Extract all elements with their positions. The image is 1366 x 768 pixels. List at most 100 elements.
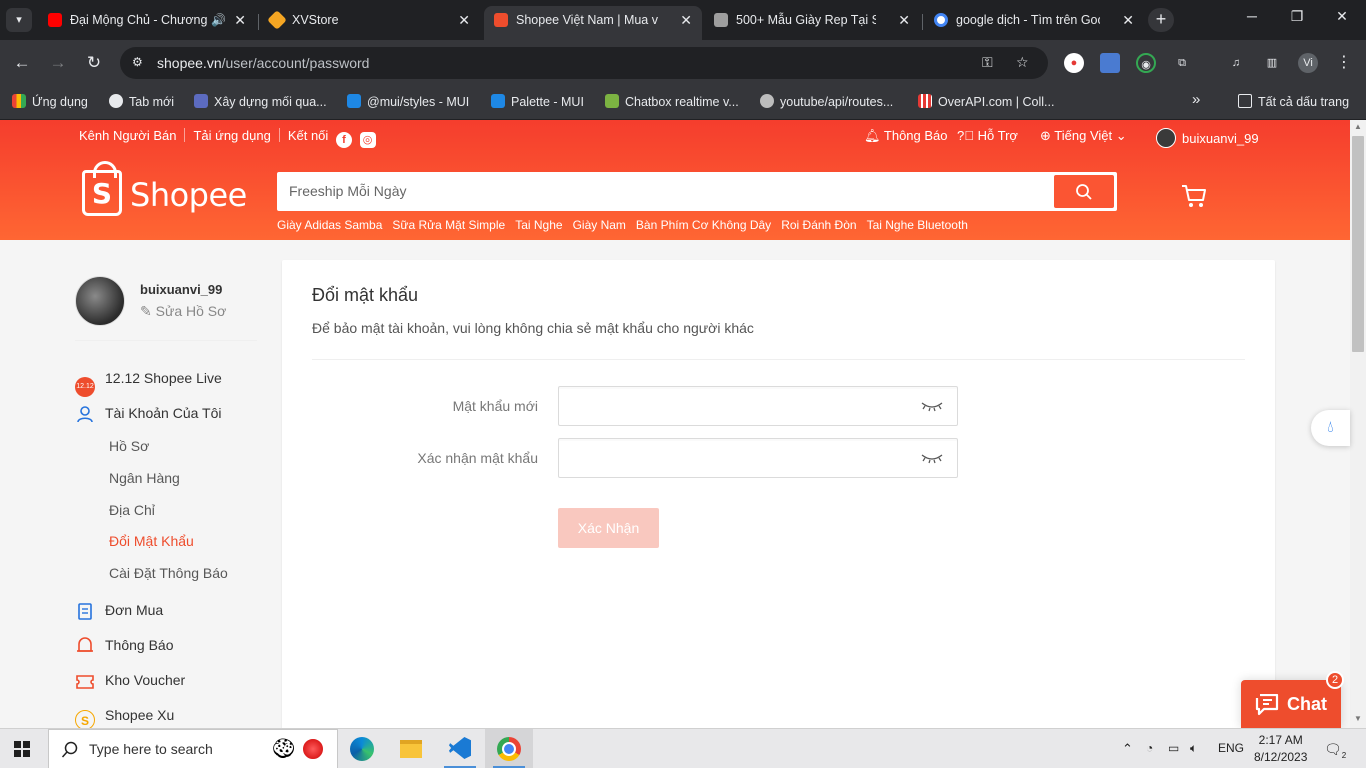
language-indicator[interactable]: ENG [1218,741,1244,755]
page-scrollbar[interactable]: ▲ ▼ [1350,120,1366,728]
bookmark-star-icon[interactable]: ☆ [1016,54,1029,71]
extension-icon[interactable]: ● [1064,53,1084,73]
back-arrow-icon[interactable]: ← [10,51,34,75]
tab-close-icon[interactable]: ✕ [1122,6,1134,34]
extension-icon[interactable]: ◉ [1136,53,1156,73]
tab-close-icon[interactable]: ✕ [234,6,246,34]
sidebar-item-vouchers[interactable]: Kho Voucher [75,672,185,694]
search-input[interactable] [289,180,1049,202]
new-tab-button[interactable]: + [1148,8,1174,32]
bookmark-item[interactable]: @mui/styles - MUI [347,94,469,109]
bookmark-item[interactable]: Tab mới [109,94,174,109]
sidebar-item-my-account[interactable]: Tài Khoản Của Tôi [75,405,221,425]
bookmark-apps[interactable]: Ứng dụng [12,94,88,109]
keyword-link[interactable]: Sữa Rửa Mặt Simple [392,218,505,232]
scroll-thumb[interactable] [1352,136,1364,352]
bookmark-item[interactable]: Palette - MUI [491,94,584,109]
bookmark-item[interactable]: Xây dựng mối qua... [194,94,327,109]
reload-icon[interactable]: ↻ [82,51,106,75]
scroll-up-arrow-icon[interactable]: ▲ [1354,122,1362,131]
sidebar-sub-notification-settings[interactable]: Cài Đặt Thông Báo [109,565,228,581]
bookmark-item[interactable]: OverAPI.com | Coll... [918,94,1054,109]
candy-icon[interactable] [301,737,325,761]
sidebar-item-live[interactable]: 12.1212.12 Shopee Live [75,370,222,397]
scroll-down-arrow-icon[interactable]: ▼ [1354,714,1362,723]
browser-tab[interactable]: google dịch - Tìm trên Goog ✕ [924,6,1144,40]
forward-arrow-icon[interactable]: → [46,51,70,75]
tab-search-button[interactable]: ▾ [6,8,32,32]
profile-avatar[interactable]: Vi [1298,53,1318,73]
keyword-link[interactable]: Roi Đánh Đòn [781,218,856,232]
battery-icon[interactable]: ▭ [1168,741,1179,755]
wifi-icon[interactable]: ◔ [1146,741,1153,755]
eye-closed-icon[interactable] [921,401,943,413]
kebab-menu-icon[interactable]: ⋮ [1334,53,1354,73]
vscode-icon[interactable] [436,729,484,768]
account-menu[interactable]: buixuanvi_99 [1156,128,1259,148]
keyword-link[interactable]: Tai Nghe Bluetooth [867,218,968,232]
browser-tab[interactable]: 500+ Mẫu Giày Rep Tại Sho ✕ [704,6,920,40]
cart-icon[interactable] [1180,182,1208,210]
file-explorer-icon[interactable] [387,729,435,768]
sidebar-sub-profile[interactable]: Hồ Sơ [109,438,149,454]
notification-center-icon[interactable]: 🗨︎2 [1324,741,1346,760]
sidebar-item-orders[interactable]: Đơn Mua [75,602,163,622]
chrome-icon[interactable] [485,729,533,768]
support-link[interactable]: ?⃝ Hỗ Trợ [957,128,1018,143]
new-password-field[interactable] [558,386,958,426]
gingerbread-icon[interactable]: 🍪︎ [271,736,296,761]
sidebar-sub-address[interactable]: Địa Chỉ [109,502,155,518]
keyword-link[interactable]: Tai Nghe [515,218,562,232]
keyword-link[interactable]: Giày Adidas Samba [277,218,382,232]
bookmark-item[interactable]: youtube/api/routes... [760,94,893,109]
browser-tab[interactable]: Đại Mộng Chủ - Chương 🔊 ✕ [38,6,256,40]
tab-close-icon[interactable]: ✕ [898,6,910,34]
extension-icon[interactable] [1100,53,1120,73]
language-selector[interactable]: ⊕ Tiếng Việt ⌄ [1040,128,1127,144]
restore-icon[interactable]: ❐ [1277,8,1317,25]
download-app-link[interactable]: Tải ứng dụng [193,128,270,143]
windows-start-icon[interactable] [14,741,30,757]
notifications-link[interactable]: 🔔︎ Thông Báo [864,128,948,144]
confirm-password-input[interactable] [569,447,909,469]
search-button[interactable] [1054,175,1114,208]
keyword-link[interactable]: Bàn Phím Cơ Không Dây [636,218,771,232]
media-control-icon[interactable]: ♫ [1226,53,1246,73]
speaker-icon[interactable]: 🔈︎ [1190,741,1197,756]
edge-browser-icon[interactable] [338,729,386,768]
facebook-icon[interactable]: f [335,132,352,148]
chevron-up-icon[interactable]: ⌃ [1122,741,1133,757]
audio-playing-icon[interactable]: 🔊 [211,6,226,34]
sidebar-sub-change-password[interactable]: Đổi Mật Khẩu [109,533,194,549]
system-clock[interactable]: 2:17 AM 8/12/2023 [1254,732,1307,766]
bookmark-item[interactable]: Chatbox realtime v... [605,94,739,109]
shopee-logo[interactable]: S Shopee [82,161,247,218]
tab-close-icon[interactable]: ✕ [458,6,470,34]
url-text[interactable]: shopee.vn/user/account/password [157,55,369,71]
eye-closed-icon[interactable] [921,453,943,465]
chat-button[interactable]: Chat [1241,680,1341,728]
avatar[interactable] [75,276,125,326]
confirm-submit-button[interactable]: Xác Nhận [558,508,659,548]
tab-close-icon[interactable]: ✕ [680,6,692,34]
seller-channel-link[interactable]: Kênh Người Bán [79,128,176,143]
confirm-password-field[interactable] [558,438,958,478]
instagram-icon[interactable]: ◎ [359,132,376,148]
minimize-icon[interactable]: ─ [1232,8,1272,24]
password-key-icon[interactable]: ⚿ [982,54,993,71]
site-info-icon[interactable]: ⚙ [132,55,143,69]
close-window-icon[interactable]: ✕ [1322,8,1362,25]
taskbar-search-box[interactable]: Type here to search 🍪︎ [48,729,338,768]
sidebar-item-notifications[interactable]: Thông Báo [75,637,174,657]
browser-tab-active[interactable]: Shopee Việt Nam | Mua và ✕ [484,6,702,40]
edit-profile-link[interactable]: ✎ Sửa Hồ Sơ [140,303,226,320]
address-bar[interactable]: ⚙ shopee.vn/user/account/password ⚿ ☆ [120,47,1048,79]
browser-tab[interactable]: XVStore ✕ [260,6,480,40]
bookmarks-overflow-icon[interactable]: » [1192,91,1200,108]
all-bookmarks-folder[interactable]: Tất cả dấu trang [1238,94,1349,109]
new-password-input[interactable] [569,395,909,417]
side-panel-icon[interactable]: ▥ [1262,53,1282,73]
sidebar-sub-bank[interactable]: Ngân Hàng [109,470,180,486]
keyword-link[interactable]: Giày Nam [573,218,626,232]
droplet-sparkle-icon[interactable]: 💧︎ [1311,410,1350,446]
